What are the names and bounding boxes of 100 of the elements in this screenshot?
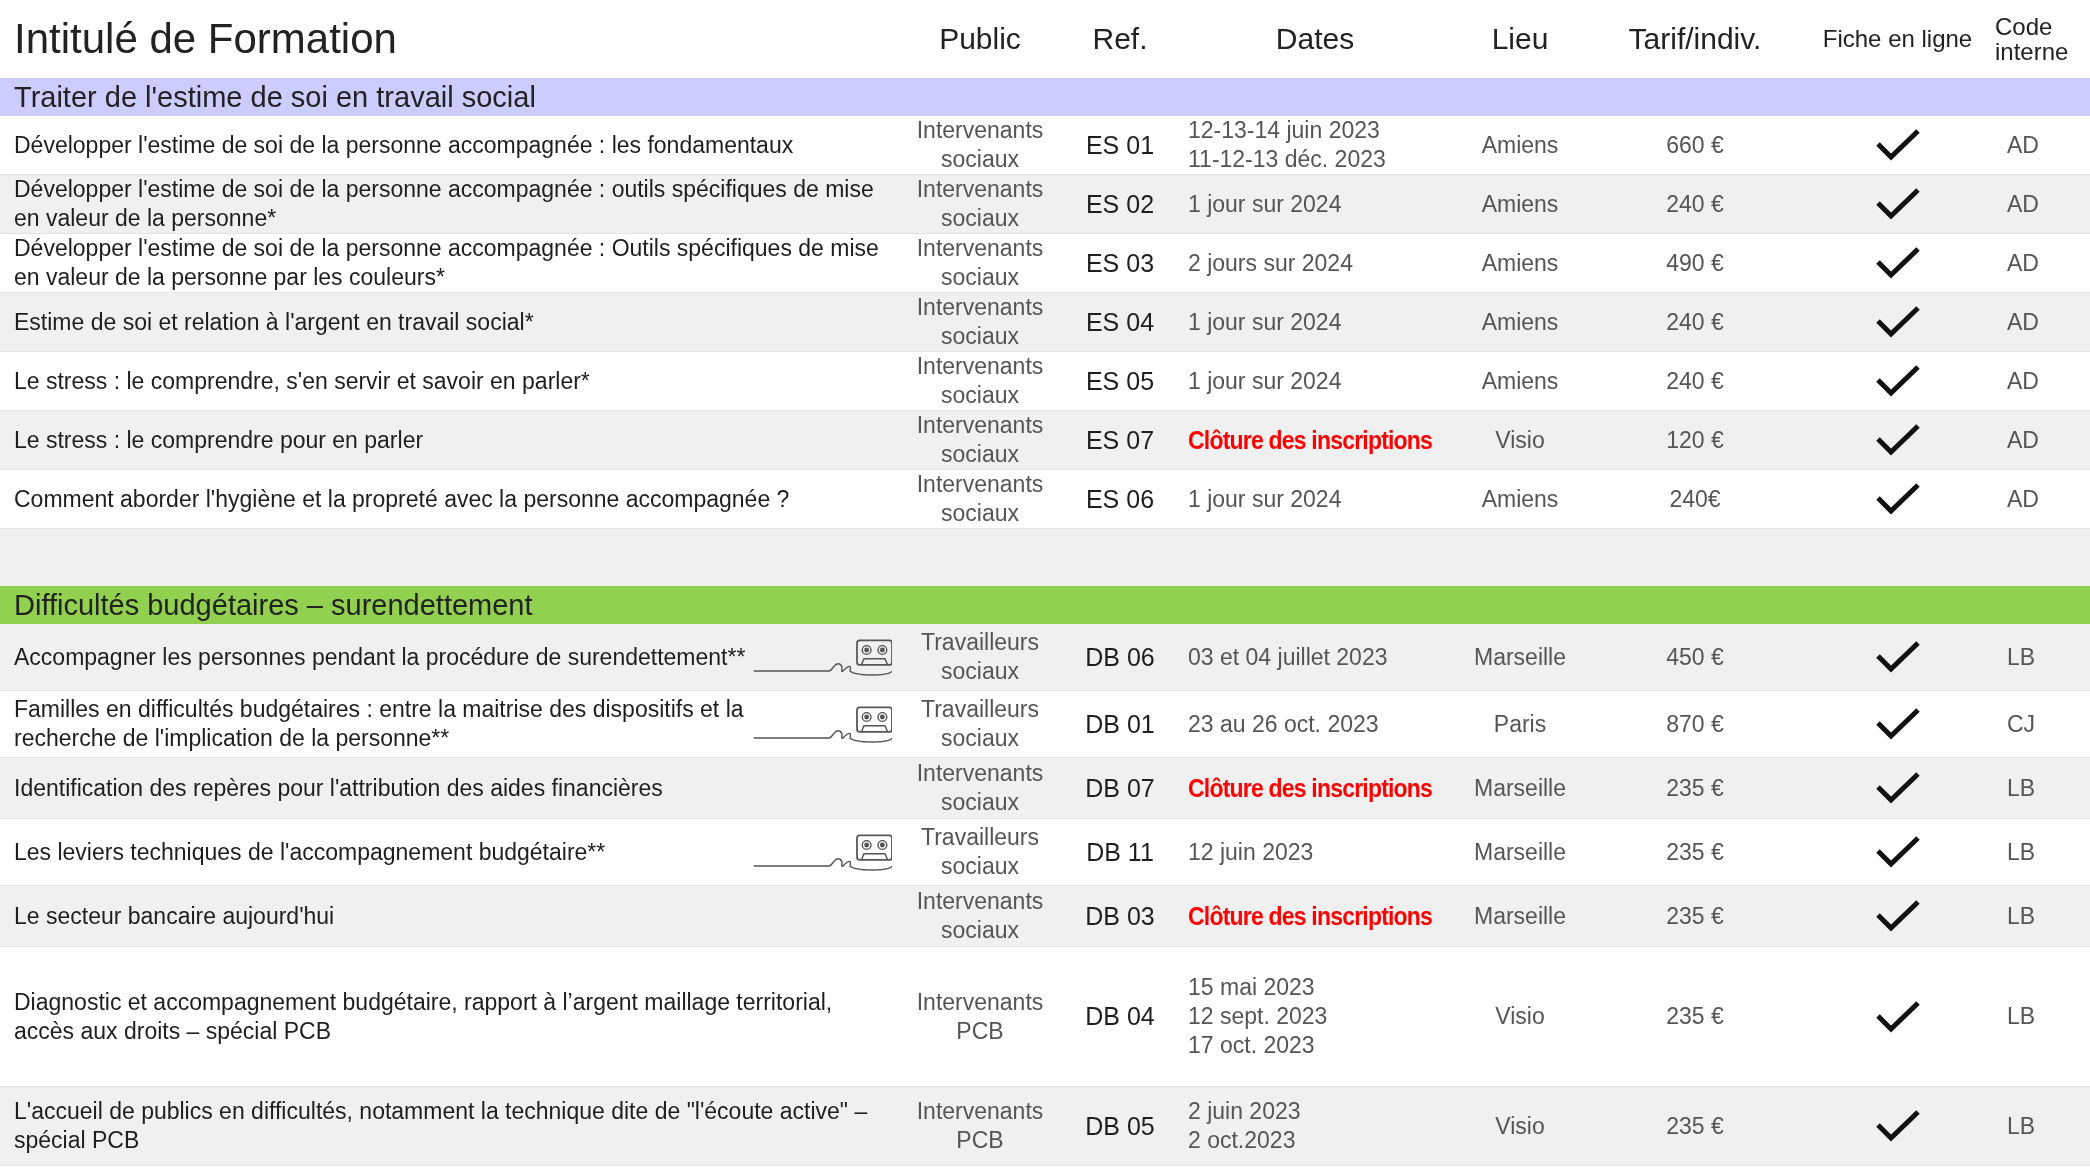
price-cell-text: 240 € bbox=[1665, 308, 1725, 336]
date-text: 17 oct. 2023 bbox=[1188, 1031, 1316, 1060]
price-cell-text: 235 € bbox=[1665, 1003, 1725, 1030]
date-text: 2 oct.2023 bbox=[1188, 1126, 1297, 1155]
course-title: Diagnostic et accompagnement budgétaire, rapport à l’argent maillage territorial, accès aux droits – spécial PCB bbox=[14, 987, 834, 1046]
code-cell-text: AD bbox=[2006, 190, 2040, 218]
section-heading: Traiter de l'estime de soi en travail social bbox=[0, 78, 2090, 116]
course-title: Le stress : le comprendre, s'en servir et savoir en parler* bbox=[14, 366, 591, 396]
reference-cell-text: DB 05 bbox=[1084, 1111, 1156, 1141]
code-cell-text: LB bbox=[2006, 643, 2037, 671]
audience-cell-text: Intervenants sociaux bbox=[915, 116, 1045, 174]
audience-cell-text: Intervenants sociaux bbox=[915, 887, 1045, 945]
registration-closed-label: Clôture des inscriptions bbox=[1188, 773, 1434, 803]
code-cell-text: AD bbox=[2006, 131, 2040, 159]
date-text: 1 jour sur 2024 bbox=[1188, 484, 1343, 514]
reference-cell-text: DB 06 bbox=[1084, 642, 1156, 672]
course-title: Familles en difficultés budgétaires : entre la maitrise des dispositifs et la recherche de l'implication de la personne** bbox=[14, 695, 745, 753]
location-cell-text: Amiens bbox=[1480, 131, 1560, 159]
price-cell-text: 240€ bbox=[1668, 485, 1722, 513]
code-cell-text: AD bbox=[2006, 249, 2040, 277]
code-cell-text: LB bbox=[2006, 1112, 2037, 1140]
price-cell-text: 235 € bbox=[1665, 774, 1725, 802]
location-cell-text: Visio bbox=[1494, 426, 1546, 454]
column-header: Ref. bbox=[1091, 22, 1149, 56]
column-header: Lieu bbox=[1490, 22, 1550, 56]
reference-cell-text: ES 04 bbox=[1084, 307, 1156, 337]
course-title: Développer l'estime de soi de la personne accompagnée : outils spécifiques de mise en valeur de la personne* bbox=[14, 175, 875, 233]
price-cell-text: 240 € bbox=[1665, 367, 1725, 395]
date-text: 12 juin 2023 bbox=[1188, 837, 1315, 867]
location-cell-text: Marseille bbox=[1473, 774, 1567, 802]
code-cell-text: AD bbox=[2006, 426, 2040, 454]
date-text: 1 jour sur 2024 bbox=[1188, 366, 1343, 396]
location-cell-text: Marseille bbox=[1473, 902, 1567, 930]
course-title: Le secteur bancaire aujourd'hui bbox=[14, 901, 336, 931]
course-title: Développer l'estime de soi de la personne accompagnée : Outils spécifiques de mise en valeur de la personne par les couleurs* bbox=[14, 234, 880, 292]
column-header: Code interne bbox=[1995, 13, 2070, 65]
reference-cell-text: ES 06 bbox=[1084, 484, 1156, 514]
reference-cell-text: ES 07 bbox=[1084, 425, 1156, 455]
audience-cell-text: Travailleurs sociaux bbox=[920, 628, 1040, 686]
date-text: 11-12-13 déc. 2023 bbox=[1188, 145, 1387, 174]
course-title: Développer l'estime de soi de la personne accompagnée : les fondamentaux bbox=[14, 130, 795, 160]
date-text: 23 au 26 oct. 2023 bbox=[1188, 709, 1380, 739]
audience-cell-text: Travailleurs sociaux bbox=[920, 695, 1040, 753]
course-title: L'accueil de publics en difficultés, notamment la technique dite de "l'écoute active" – spécial PCB bbox=[14, 1097, 869, 1155]
audience-cell-text: Travailleurs sociaux bbox=[920, 823, 1040, 881]
audience-cell-text: Intervenants sociaux bbox=[915, 352, 1045, 410]
date-text: 12 sept. 2023 bbox=[1188, 1002, 1329, 1031]
course-title: Le stress : le comprendre pour en parler bbox=[14, 425, 425, 455]
course-title: Identification des repères pour l'attribution des aides financières bbox=[14, 773, 664, 803]
column-header: Dates bbox=[1274, 22, 1356, 56]
reference-cell-text: DB 04 bbox=[1084, 1002, 1156, 1031]
price-cell-text: 120 € bbox=[1665, 426, 1725, 454]
column-header: Tarif/indiv. bbox=[1627, 22, 1763, 56]
price-cell-text: 490 € bbox=[1665, 249, 1725, 277]
course-title: Comment aborder l'hygiène et la propreté avec la personne accompagnée ? bbox=[14, 484, 791, 514]
price-cell-text: 240 € bbox=[1665, 190, 1725, 218]
reference-cell-text: ES 02 bbox=[1084, 189, 1156, 219]
location-cell-text: Visio bbox=[1494, 1003, 1546, 1030]
reference-cell-text: DB 07 bbox=[1084, 773, 1156, 803]
audience-cell-text: Intervenants PCB bbox=[915, 1097, 1045, 1155]
code-cell-text: AD bbox=[2006, 308, 2040, 336]
reference-cell-text: DB 01 bbox=[1084, 709, 1156, 739]
location-cell-text: Marseille bbox=[1473, 838, 1567, 866]
date-text: 1 jour sur 2024 bbox=[1188, 307, 1343, 337]
column-header: Intitulé de Formation bbox=[13, 15, 398, 63]
location-cell-text: Amiens bbox=[1480, 367, 1560, 395]
date-text: 2 jours sur 2024 bbox=[1188, 248, 1354, 278]
location-cell-text: Paris bbox=[1492, 710, 1548, 738]
location-cell-text: Amiens bbox=[1480, 249, 1560, 277]
location-cell-text: Amiens bbox=[1480, 308, 1560, 336]
location-cell-text: Marseille bbox=[1473, 643, 1567, 671]
audience-cell-text: Intervenants sociaux bbox=[915, 293, 1045, 351]
code-cell-text: AD bbox=[2006, 485, 2040, 513]
column-header: Public bbox=[938, 22, 1022, 56]
audience-cell-text: Intervenants PCB bbox=[915, 987, 1045, 1046]
price-cell-text: 235 € bbox=[1665, 838, 1725, 866]
code-cell-text: AD bbox=[2006, 367, 2040, 395]
course-title: Estime de soi et relation à l'argent en travail social* bbox=[14, 307, 535, 337]
location-cell-text: Amiens bbox=[1480, 190, 1560, 218]
audience-cell-text: Intervenants sociaux bbox=[915, 470, 1045, 528]
date-text: 1 jour sur 2024 bbox=[1188, 189, 1343, 219]
column-header: Fiche en ligne bbox=[1821, 25, 1974, 53]
audience-cell-text: Intervenants sociaux bbox=[915, 234, 1045, 292]
reference-cell-text: DB 11 bbox=[1085, 837, 1155, 867]
price-cell-text: 660 € bbox=[1665, 131, 1725, 159]
code-cell-text: LB bbox=[2006, 774, 2037, 802]
registration-closed-label: Clôture des inscriptions bbox=[1188, 901, 1434, 931]
code-cell-text: LB bbox=[2006, 1003, 2037, 1030]
code-cell-text: CJ bbox=[2006, 710, 2037, 738]
date-text: 12-13-14 juin 2023 bbox=[1188, 116, 1381, 145]
code-cell-text: LB bbox=[2006, 838, 2037, 866]
audience-cell-text: Intervenants sociaux bbox=[915, 759, 1045, 817]
location-cell-text: Visio bbox=[1494, 1112, 1546, 1140]
price-cell-text: 450 € bbox=[1665, 643, 1725, 671]
reference-cell-text: ES 05 bbox=[1084, 366, 1156, 396]
code-cell-text: LB bbox=[2006, 902, 2037, 930]
course-title: Accompagner les personnes pendant la procédure de surendettement** bbox=[14, 642, 746, 672]
registration-closed-label: Clôture des inscriptions bbox=[1188, 425, 1434, 455]
location-cell-text: Amiens bbox=[1480, 485, 1560, 513]
reference-cell-text: DB 03 bbox=[1084, 901, 1156, 931]
